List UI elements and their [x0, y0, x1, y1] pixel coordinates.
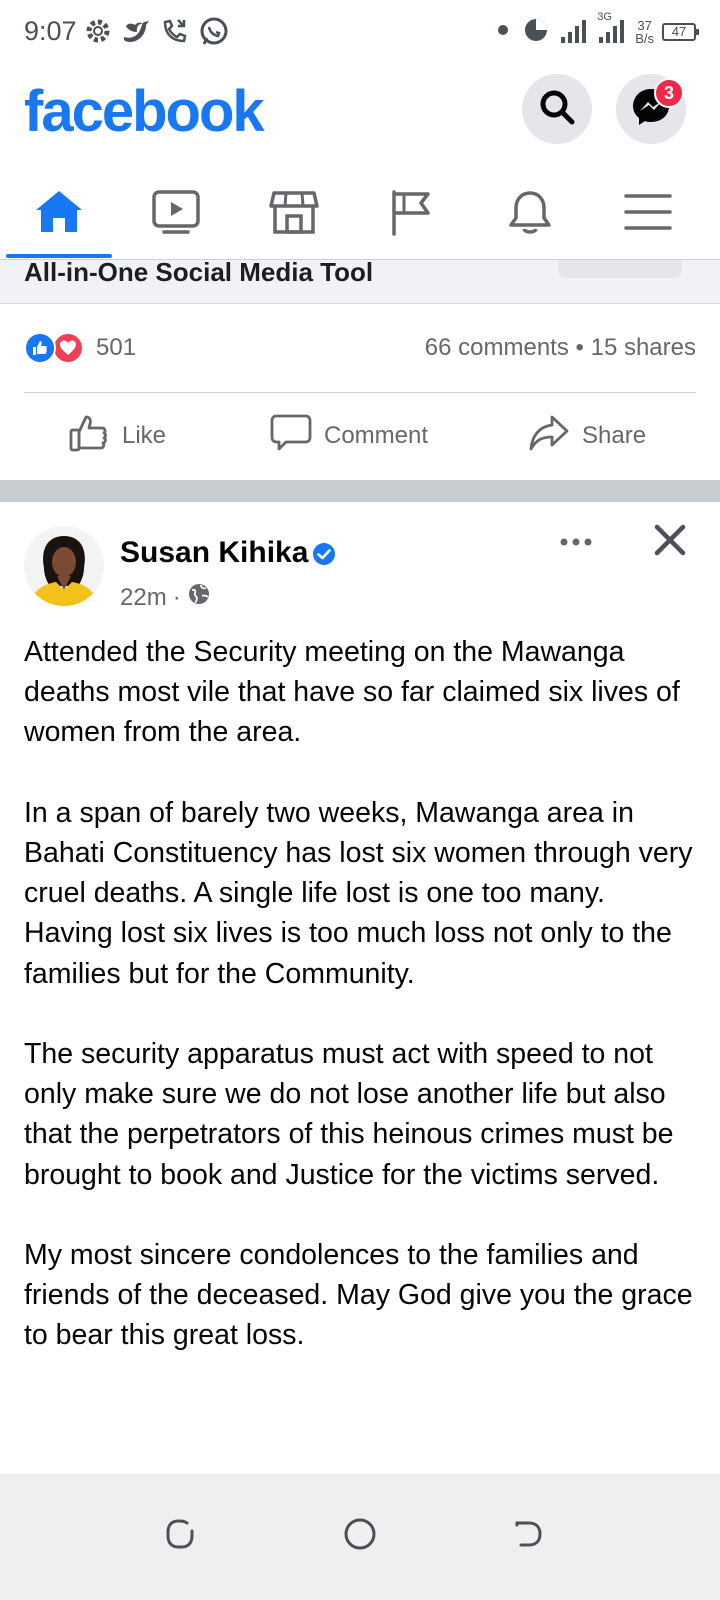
twitter-icon: [122, 14, 152, 53]
post-paragraph: In a span of barely two weeks, Mawanga a…: [24, 796, 693, 990]
settings-icon: [84, 14, 112, 53]
meta-separator: ·: [172, 583, 181, 611]
dot-icon: [493, 20, 513, 45]
data-saver-icon: [521, 15, 551, 50]
like-label: Like: [122, 422, 167, 449]
link-preview[interactable]: All-in-One Social Media Tool: [0, 260, 720, 304]
signal-icon: [559, 15, 589, 50]
close-icon: [653, 523, 687, 562]
net-speed: 37 B/s: [635, 19, 654, 45]
video-icon: [150, 188, 202, 241]
flag-icon: [386, 188, 438, 241]
back-icon: [511, 1517, 545, 1556]
net-speed-unit: B/s: [635, 31, 654, 46]
avatar[interactable]: [24, 526, 104, 606]
thumbs-up-icon: [68, 412, 110, 461]
search-icon: [537, 87, 577, 132]
whatsapp-icon: [198, 14, 230, 53]
messenger-badge: 3: [654, 78, 684, 108]
bell-icon: [504, 188, 556, 241]
tab-home[interactable]: [4, 168, 114, 260]
messenger-button[interactable]: 3: [616, 74, 686, 144]
post-paragraph: My most sincere condolences to the famil…: [24, 1239, 693, 1352]
home-icon: [33, 188, 85, 241]
share-button[interactable]: Share: [528, 412, 646, 460]
verified-badge-icon: [312, 542, 336, 571]
comments-count[interactable]: 66 comments: [425, 334, 569, 361]
menu-icon: [622, 188, 674, 241]
recents-icon: [163, 1517, 197, 1556]
active-tab-indicator: [6, 254, 112, 258]
recents-button[interactable]: [148, 1504, 212, 1568]
tab-watch[interactable]: [121, 168, 231, 260]
post-time[interactable]: 22m: [120, 584, 167, 612]
facebook-logo[interactable]: facebook: [24, 78, 265, 145]
system-nav-bar: [0, 1474, 720, 1600]
post-author[interactable]: Susan Kihika: [120, 536, 308, 570]
status-right-group: 3G 37 B/s 47: [493, 11, 699, 50]
love-reaction-icon: [52, 332, 84, 364]
battery-indicator: 47: [662, 23, 699, 41]
comment-icon: [270, 412, 312, 461]
tab-notifications[interactable]: [475, 168, 585, 260]
post-paragraph: Attended the Security meeting on the Maw…: [24, 636, 680, 749]
like-button[interactable]: Like: [68, 412, 166, 460]
network-type: 3G: [597, 10, 612, 23]
reaction-count: 501: [96, 334, 137, 361]
tab-bar: [0, 168, 720, 260]
comment-label: Comment: [324, 422, 429, 449]
share-label: Share: [582, 422, 647, 449]
home-button[interactable]: [328, 1504, 392, 1568]
feed-separator: [0, 480, 720, 502]
post-body: Attended the Security meeting on the Maw…: [24, 632, 696, 1396]
reactions-summary[interactable]: 501 66 comments • 15 shares: [24, 330, 696, 366]
comment-button[interactable]: Comment: [270, 412, 428, 460]
globe-icon: [187, 582, 211, 613]
like-reaction-icon: [24, 332, 56, 364]
more-dots-icon: [558, 535, 594, 553]
search-button[interactable]: [522, 74, 592, 144]
hide-post-button[interactable]: [648, 520, 692, 564]
more-options-button[interactable]: [556, 524, 596, 564]
tab-marketplace[interactable]: [239, 168, 349, 260]
status-time: 9:07: [24, 16, 77, 46]
divider: [24, 392, 696, 393]
status-bar: 9:07 3G 37 B/s 47: [0, 0, 720, 66]
link-preview-button[interactable]: [558, 260, 682, 278]
post-meta: 22m ·: [120, 582, 211, 613]
tab-menu[interactable]: [593, 168, 703, 260]
home-circle-icon: [343, 1517, 377, 1556]
share-icon: [528, 412, 570, 461]
shares-count[interactable]: 15 shares: [591, 334, 696, 361]
link-preview-title: All-in-One Social Media Tool: [24, 260, 374, 287]
counts-separator: •: [575, 334, 584, 361]
tab-pages[interactable]: [357, 168, 467, 260]
marketplace-icon: [268, 188, 320, 241]
engagement-counts: 66 comments • 15 shares: [425, 334, 696, 362]
post-paragraph: The security apparatus must act with spe…: [24, 1038, 674, 1191]
back-button[interactable]: [496, 1504, 560, 1568]
signal-icon: 3G: [597, 11, 627, 50]
missed-call-icon: [160, 14, 190, 53]
